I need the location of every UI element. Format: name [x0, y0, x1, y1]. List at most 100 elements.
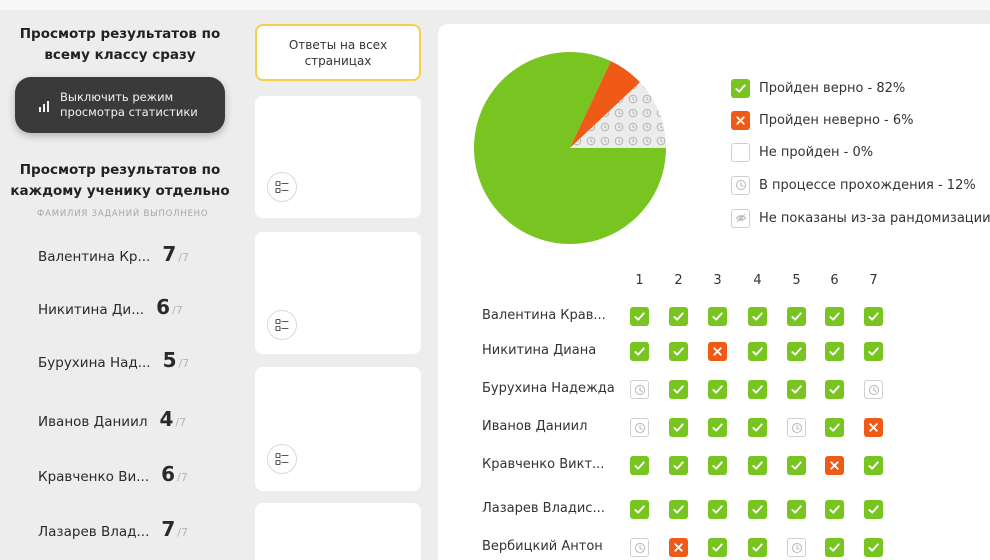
result-cell-cross-icon[interactable] — [825, 456, 844, 475]
result-cell-check-icon[interactable] — [748, 380, 767, 399]
result-cell-cross-icon[interactable] — [669, 538, 688, 557]
student-name: Валентина Кр... — [38, 249, 151, 265]
legend-item-empty: Не пройден - 0% — [731, 142, 873, 162]
result-cell-check-icon[interactable] — [748, 418, 767, 437]
result-cell-check-icon[interactable] — [787, 380, 806, 399]
list-icon — [267, 310, 297, 340]
legend-item-progress: В процессе прохождения - 12% — [731, 175, 976, 195]
result-cell-check-icon[interactable] — [669, 418, 688, 437]
result-cell-check-icon[interactable] — [669, 456, 688, 475]
legend-label: В процессе прохождения - 12% — [759, 177, 976, 193]
student-total: /7 — [172, 304, 183, 317]
result-cell-check-icon[interactable] — [787, 342, 806, 361]
result-cell-check-icon[interactable] — [748, 342, 767, 361]
result-cell-clock-icon[interactable] — [787, 418, 806, 437]
result-cell-clock-icon[interactable] — [630, 418, 649, 437]
toggle-statistics-label: Выключить режим просмотра статистики — [60, 90, 198, 119]
statistics-bars-icon — [39, 98, 53, 112]
student-score: 4 — [159, 407, 174, 431]
legend-label: Пройден неверно - 6% — [759, 112, 914, 128]
page-card[interactable] — [255, 503, 421, 560]
column-header: 1 — [635, 273, 644, 288]
student-total: /7 — [178, 251, 189, 264]
result-cell-check-icon[interactable] — [708, 500, 727, 519]
result-cell-check-icon[interactable] — [864, 538, 883, 557]
student-row[interactable]: Кравченко Ви... 6/7 — [38, 462, 238, 492]
student-row[interactable]: Иванов Даниил 4/7 — [38, 407, 238, 437]
result-cell-check-icon[interactable] — [825, 500, 844, 519]
result-cell-check-icon[interactable] — [787, 500, 806, 519]
result-cell-check-icon[interactable] — [630, 342, 649, 361]
legend-item-hidden: Не показаны из-за рандомизации — [731, 208, 990, 228]
result-cell-check-icon[interactable] — [708, 538, 727, 557]
result-cell-check-icon[interactable] — [787, 307, 806, 326]
page-card[interactable] — [255, 96, 421, 218]
result-cell-check-icon[interactable] — [864, 456, 883, 475]
result-cell-check-icon[interactable] — [708, 456, 727, 475]
student-total: /7 — [177, 471, 188, 484]
result-cell-check-icon[interactable] — [669, 380, 688, 399]
result-cell-check-icon[interactable] — [864, 500, 883, 519]
result-cell-check-icon[interactable] — [630, 307, 649, 326]
result-cell-check-icon[interactable] — [825, 418, 844, 437]
student-name: Бурухина Над... — [38, 355, 151, 371]
grid-student-name[interactable]: Кравченко Викт... — [482, 457, 604, 472]
result-cell-check-icon[interactable] — [669, 500, 688, 519]
result-cell-check-icon[interactable] — [748, 500, 767, 519]
result-cell-check-icon[interactable] — [748, 538, 767, 557]
result-cell-check-icon[interactable] — [825, 380, 844, 399]
result-cell-clock-icon[interactable] — [630, 538, 649, 557]
result-cell-clock-icon[interactable] — [864, 380, 883, 399]
grid-student-name[interactable]: Иванов Даниил — [482, 419, 587, 434]
result-cell-check-icon[interactable] — [787, 456, 806, 475]
grid-student-name[interactable]: Вербицкий Антон — [482, 539, 603, 554]
result-cell-check-icon[interactable] — [708, 307, 727, 326]
student-total: /7 — [177, 526, 189, 539]
result-cell-check-icon[interactable] — [630, 500, 649, 519]
grid-student-name[interactable]: Никитина Диана — [482, 343, 596, 358]
top-bar — [0, 0, 990, 10]
result-cell-check-icon[interactable] — [708, 418, 727, 437]
result-cell-check-icon[interactable] — [669, 342, 688, 361]
class-results-title: Просмотр результатов по всему классу сра… — [19, 26, 221, 63]
result-cell-check-icon[interactable] — [825, 342, 844, 361]
student-name: Никитина Ди... — [38, 302, 145, 318]
result-cell-check-icon[interactable] — [748, 456, 767, 475]
student-name: Иванов Даниил — [38, 414, 148, 430]
result-cell-check-icon[interactable] — [708, 380, 727, 399]
result-cell-cross-icon[interactable] — [708, 342, 727, 361]
student-name: Лазарев Влад... — [38, 524, 150, 540]
student-row[interactable]: Лазарев Влад... 7/7 — [38, 517, 238, 547]
student-results-title: Просмотр результатов по каждому ученику … — [10, 162, 230, 199]
clock-icon — [731, 175, 750, 195]
all-pages-card[interactable]: Ответы на всех страницах — [255, 24, 421, 81]
result-cell-check-icon[interactable] — [630, 456, 649, 475]
result-cell-check-icon[interactable] — [864, 307, 883, 326]
all-pages-label: Ответы на всех страницах — [288, 37, 388, 68]
page-card[interactable] — [255, 367, 421, 491]
page-card[interactable] — [255, 232, 421, 354]
legend-label: Пройден верно - 82% — [759, 80, 906, 96]
grid-student-name[interactable]: Валентина Крав... — [482, 308, 606, 323]
student-score: 5 — [162, 348, 177, 372]
grid-student-name[interactable]: Бурухина Надежда — [482, 381, 615, 396]
result-cell-clock-icon[interactable] — [787, 538, 806, 557]
legend-item-wrong: Пройден неверно - 6% — [731, 110, 914, 130]
student-row[interactable]: Валентина Кр... 7/7 — [38, 242, 238, 272]
student-row[interactable]: Никитина Ди... 6/7 — [38, 295, 238, 325]
grid-student-name[interactable]: Лазарев Владис... — [482, 501, 605, 516]
check-icon — [731, 78, 750, 98]
cross-icon — [731, 110, 750, 130]
result-cell-check-icon[interactable] — [864, 342, 883, 361]
result-cell-check-icon[interactable] — [669, 307, 688, 326]
empty-box-icon — [731, 142, 750, 162]
result-cell-check-icon[interactable] — [748, 307, 767, 326]
result-cell-clock-icon[interactable] — [630, 380, 649, 399]
result-cell-cross-icon[interactable] — [864, 418, 883, 437]
student-row[interactable]: Бурухина Над... 5/7 — [38, 348, 238, 378]
student-score: 6 — [161, 462, 176, 486]
column-header: 4 — [753, 273, 762, 288]
result-cell-check-icon[interactable] — [825, 538, 844, 557]
toggle-statistics-button[interactable]: Выключить режим просмотра статистики — [15, 77, 225, 133]
result-cell-check-icon[interactable] — [825, 307, 844, 326]
